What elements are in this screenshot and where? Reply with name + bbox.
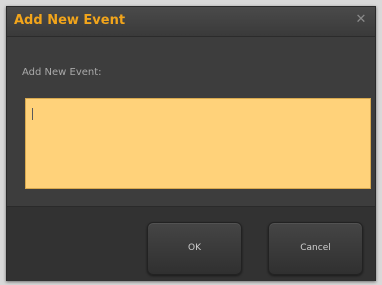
ok-button[interactable]: OK bbox=[147, 222, 242, 275]
close-icon[interactable]: ✕ bbox=[354, 13, 368, 27]
event-field-label: Add New Event: bbox=[22, 67, 102, 78]
cancel-button[interactable]: Cancel bbox=[268, 222, 363, 275]
add-event-dialog: Add New Event ✕ Add New Event: OK Cancel bbox=[6, 6, 376, 281]
dialog-title: Add New Event bbox=[14, 13, 126, 28]
event-input[interactable] bbox=[25, 98, 371, 189]
text-caret bbox=[32, 108, 33, 120]
dialog-titlebar: Add New Event ✕ bbox=[7, 7, 375, 37]
